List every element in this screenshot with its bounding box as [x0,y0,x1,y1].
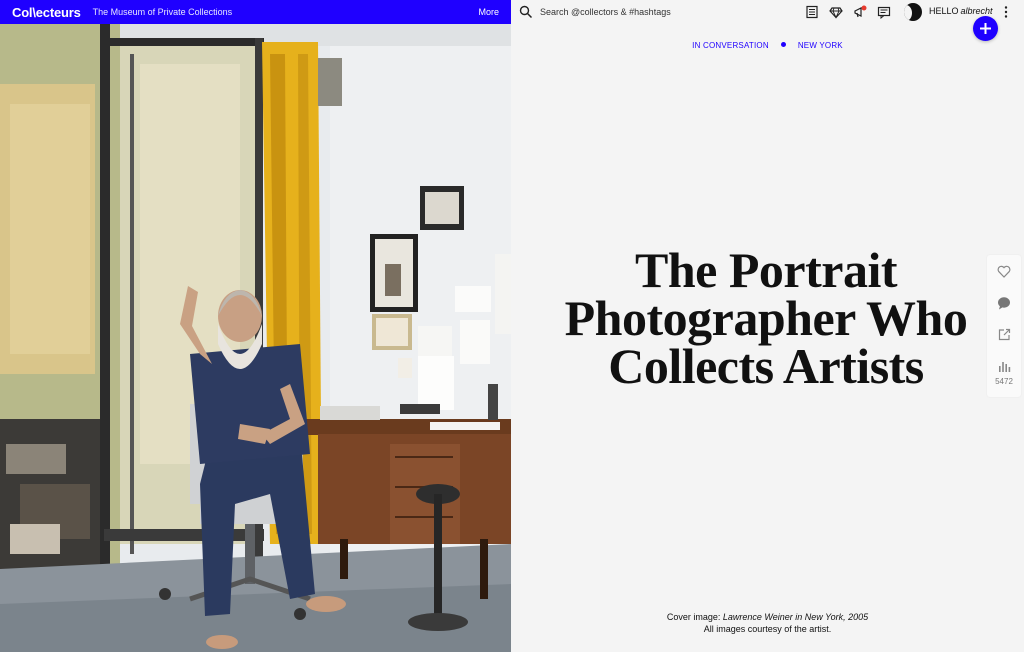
comment-button[interactable] [987,288,1021,318]
caption-prefix: Cover image: [666,612,723,622]
site-logo[interactable]: Col\ecteurs [12,5,81,20]
top-bar: HELLOalbrecht [511,0,1024,24]
caption-credit: All images courtesy of the artist. [703,624,832,634]
article-breadcrumb: IN CONVERSATION NEW YORK [511,41,1024,50]
brand-bar: Col\ecteurs The Museum of Private Collec… [0,0,511,24]
stats-icon [999,361,1011,372]
share-button[interactable] [987,319,1021,349]
cover-image-panel: Col\ecteurs The Museum of Private Collec… [0,0,511,652]
more-link[interactable]: More [478,7,499,17]
comment-icon [998,297,1010,310]
heart-icon [997,265,1011,278]
article-title: The Portrait Photographer Who Collects A… [531,242,1001,394]
news-icon[interactable] [805,5,819,19]
search-input[interactable] [540,4,740,20]
title-line-3: Collects Artists [608,338,924,394]
site-tagline[interactable]: The Museum of Private Collections [93,7,233,17]
cover-caption: Cover image: Lawrence Weiner in New York… [511,611,1024,635]
title-line-2: Photographer Who [564,290,968,346]
separator-dot [780,42,786,47]
avatar[interactable] [904,3,922,21]
diamond-icon[interactable] [829,5,843,19]
greeting-text: HELLO [929,6,959,16]
title-line-1: The Portrait [635,242,897,298]
category-link[interactable]: IN CONVERSATION [692,41,769,50]
username: albrecht [960,6,993,16]
plus-icon [980,23,991,34]
message-icon[interactable] [877,5,891,19]
add-button[interactable] [973,16,998,41]
more-options-icon[interactable] [1003,5,1009,19]
like-button[interactable] [987,256,1021,286]
article-panel: HELLOalbrecht IN CONVERSATION NEW YORK Th… [511,0,1024,652]
location-link[interactable]: NEW YORK [798,41,843,50]
share-icon [998,328,1010,340]
megaphone-icon[interactable] [853,5,867,19]
views-count: 5472 [995,377,1013,386]
caption-title: Lawrence Weiner in New York, 2005 [722,612,869,622]
cover-photo [0,24,511,652]
action-sidebar: 5472 [987,255,1021,397]
user-greeting[interactable]: HELLO albrecht [929,6,993,16]
search-icon[interactable] [519,5,533,19]
